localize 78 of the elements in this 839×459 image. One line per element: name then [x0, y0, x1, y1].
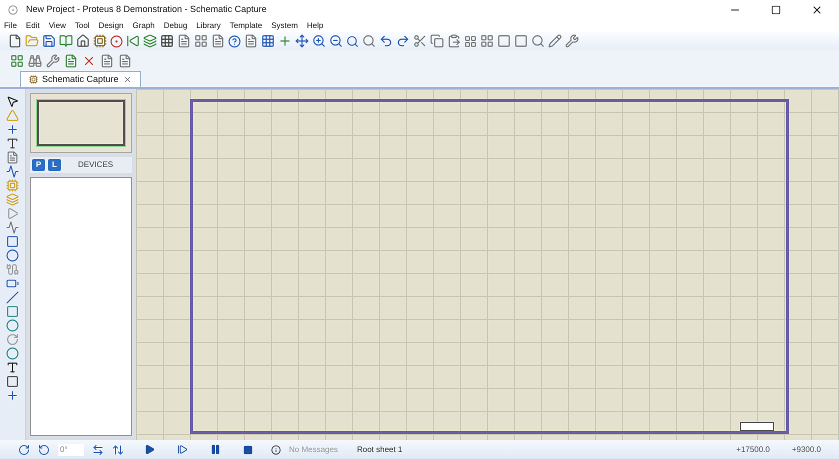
- box-icon[interactable]: [6, 305, 19, 318]
- delete-sheet-icon[interactable]: [82, 54, 96, 68]
- rotate-anticlockwise-icon[interactable]: [38, 444, 50, 456]
- rotation-field[interactable]: 0°: [58, 444, 84, 456]
- binoculars-icon[interactable]: [28, 54, 42, 68]
- document-tab[interactable]: Schematic Capture: [20, 71, 141, 87]
- device-list[interactable]: [30, 177, 132, 436]
- cut-icon[interactable]: [413, 34, 427, 48]
- zoom-area-icon[interactable]: [362, 34, 376, 48]
- pointer-icon[interactable]: [6, 95, 19, 108]
- devices-title: DEVICES: [78, 159, 114, 171]
- help-icon[interactable]: [228, 34, 241, 48]
- close-tab-icon[interactable]: [122, 75, 132, 84]
- wrench-icon[interactable]: [565, 34, 579, 48]
- menu-item[interactable]: System: [271, 20, 298, 32]
- menu-item[interactable]: View: [48, 20, 66, 32]
- back-icon[interactable]: [126, 34, 140, 48]
- mirror-vertical-icon[interactable]: [112, 444, 124, 456]
- origin-icon[interactable]: [278, 34, 292, 48]
- circle-icon[interactable]: [6, 319, 19, 332]
- label-icon[interactable]: [6, 137, 19, 150]
- line-icon[interactable]: [6, 291, 19, 304]
- graph-icon[interactable]: [6, 221, 19, 234]
- redo-icon[interactable]: [396, 34, 410, 48]
- menu-item[interactable]: Graph: [132, 20, 155, 32]
- table-icon[interactable]: [194, 34, 208, 48]
- tools-icon[interactable]: [46, 54, 60, 68]
- pencil-icon[interactable]: [548, 34, 562, 48]
- copy-icon[interactable]: [430, 34, 444, 48]
- layers-icon[interactable]: [143, 34, 157, 48]
- undo-icon[interactable]: [379, 34, 393, 48]
- grid-toggle-icon[interactable]: [261, 34, 275, 48]
- book-icon[interactable]: [59, 34, 73, 48]
- document-icon[interactable]: [177, 34, 191, 48]
- menu-item[interactable]: Debug: [164, 20, 188, 32]
- info-icon: [271, 444, 281, 454]
- exit-sheet-icon[interactable]: [100, 54, 114, 68]
- save-icon[interactable]: [42, 34, 56, 48]
- chip-icon[interactable]: [93, 34, 107, 48]
- title-block: [740, 422, 774, 431]
- app-icon: [8, 5, 18, 15]
- menu-item[interactable]: Template: [230, 20, 262, 32]
- menu-item[interactable]: File: [4, 20, 17, 32]
- arc-icon[interactable]: [6, 333, 19, 346]
- menu-item[interactable]: Edit: [26, 20, 40, 32]
- close-icon[interactable]: [811, 4, 823, 16]
- mirror-horizontal-icon[interactable]: [92, 444, 104, 456]
- grid-icon[interactable]: [160, 34, 174, 48]
- target-icon[interactable]: [110, 34, 123, 48]
- page-icon[interactable]: [211, 34, 225, 48]
- new-sheet-icon[interactable]: [64, 54, 78, 68]
- window-title: New Project - Proteus 8 Demonstration - Schematic Capture: [26, 3, 267, 16]
- schematic-canvas[interactable]: [136, 89, 839, 440]
- y-coordinate: +9300.0: [792, 444, 821, 456]
- new-file-icon[interactable]: [8, 34, 22, 48]
- pause-icon[interactable]: [210, 444, 221, 455]
- zoom-in-icon[interactable]: [312, 34, 326, 48]
- rotate-clockwise-icon[interactable]: [18, 444, 30, 456]
- text-icon[interactable]: [6, 361, 19, 374]
- script-icon[interactable]: [6, 151, 19, 164]
- stop-icon[interactable]: [243, 444, 253, 454]
- maximize-icon[interactable]: [771, 5, 781, 15]
- pick-devices-button[interactable]: P: [32, 159, 45, 171]
- paste-icon[interactable]: [447, 34, 461, 48]
- sheet-status: Root sheet 1: [357, 444, 402, 456]
- menu-item[interactable]: Tool: [74, 20, 90, 32]
- x-coordinate: +17500.0: [736, 444, 770, 456]
- zoom-out-icon[interactable]: [329, 34, 343, 48]
- step-icon[interactable]: [177, 444, 188, 455]
- play-icon[interactable]: [144, 444, 155, 455]
- pan-icon[interactable]: [295, 34, 309, 48]
- library-button[interactable]: L: [48, 159, 61, 171]
- zoom-all-icon[interactable]: [346, 34, 359, 48]
- menu-item[interactable]: Library: [196, 20, 221, 32]
- menu-item[interactable]: Design: [98, 20, 124, 32]
- menu-item[interactable]: Help: [306, 20, 324, 32]
- junction-icon[interactable]: [6, 123, 19, 136]
- home-icon[interactable]: [76, 34, 90, 48]
